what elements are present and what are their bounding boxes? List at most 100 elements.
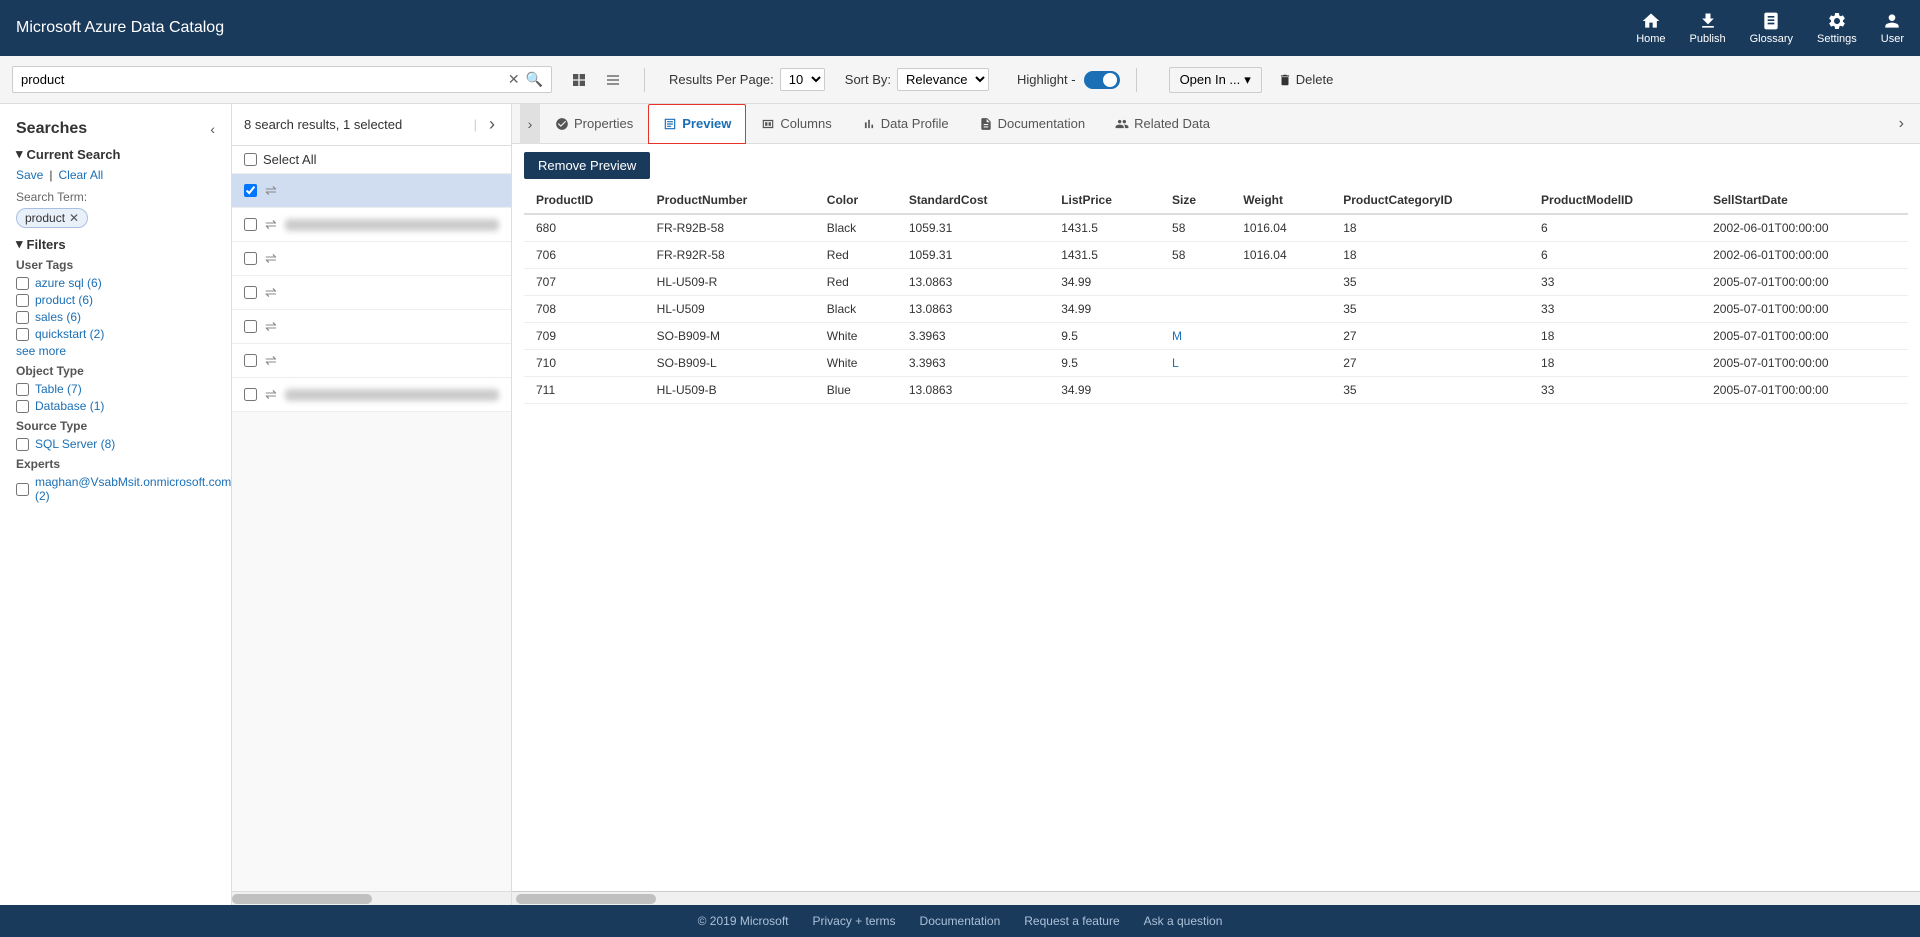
clear-search-icon[interactable]: ✕ (508, 71, 520, 88)
nav-glossary[interactable]: Glossary (1750, 11, 1793, 45)
result-item-checkbox[interactable] (244, 286, 257, 299)
separator (644, 68, 645, 92)
select-all-checkbox[interactable] (244, 153, 257, 166)
highlight-toggle[interactable] (1084, 71, 1120, 89)
result-item-checkbox[interactable] (244, 354, 257, 367)
delete-label: Delete (1296, 72, 1334, 87)
results-panel: 8 search results, 1 selected | › Select … (232, 104, 512, 905)
filter-quickstart[interactable]: quickstart (2) (16, 327, 215, 341)
table-cell-size[interactable]: L (1160, 350, 1231, 377)
filter-database[interactable]: Database (1) (16, 399, 215, 413)
result-item[interactable]: ⇌ (232, 242, 511, 276)
filter-sales[interactable]: sales (6) (16, 310, 215, 324)
filters-title[interactable]: ▾ Filters (16, 236, 215, 252)
filter-expert[interactable]: maghan@VsabMsit.onmicrosoft.com (2) (16, 475, 215, 503)
pin-icon: ⇌ (265, 386, 277, 403)
pin-icon: ⇌ (265, 250, 277, 267)
filter-table-checkbox[interactable] (16, 383, 29, 396)
delete-button[interactable]: Delete (1278, 72, 1334, 87)
result-item[interactable]: ⇌ (232, 276, 511, 310)
source-type-label: Source Type (16, 419, 215, 433)
nav-user[interactable]: User (1881, 11, 1904, 45)
grid-view-button[interactable] (564, 68, 594, 92)
footer-request-link[interactable]: Request a feature (1024, 914, 1119, 928)
result-item-checkbox[interactable] (244, 184, 257, 197)
nav-settings[interactable]: Settings (1817, 11, 1857, 45)
search-input[interactable] (21, 72, 502, 87)
table-cell-productcategoryid: 27 (1331, 323, 1529, 350)
sidebar-collapse-button[interactable]: ‹ (210, 121, 215, 137)
footer-privacy-link[interactable]: Privacy + terms (813, 914, 896, 928)
filter-sales-checkbox[interactable] (16, 311, 29, 324)
open-in-chevron-icon: ▾ (1244, 72, 1251, 88)
filter-table[interactable]: Table (7) (16, 382, 215, 396)
nav-home[interactable]: Home (1636, 11, 1665, 45)
results-scroll-thumb[interactable] (232, 894, 372, 904)
tabs-expand-left-button[interactable]: › (520, 104, 540, 144)
current-search-title[interactable]: ▾ Current Search (16, 146, 215, 162)
table-cell-weight: 1016.04 (1231, 242, 1331, 269)
table-cell-productid: 708 (524, 296, 645, 323)
table-cell-weight (1231, 377, 1331, 404)
table-cell-color: White (815, 350, 897, 377)
nav-settings-label: Settings (1817, 33, 1857, 45)
sort-by-select[interactable]: Relevance Name (897, 68, 989, 91)
result-item-checkbox[interactable] (244, 252, 257, 265)
result-item[interactable]: ⇌ (232, 310, 511, 344)
filter-sql-server[interactable]: SQL Server (8) (16, 437, 215, 451)
experts-label: Experts (16, 457, 215, 471)
tab-documentation[interactable]: Documentation (964, 104, 1100, 144)
table-cell-productid: 707 (524, 269, 645, 296)
result-item[interactable]: ⇌ (232, 344, 511, 378)
open-in-button[interactable]: Open In ... ▾ (1169, 67, 1262, 93)
search-icon[interactable]: 🔍 (526, 71, 543, 88)
tab-related-data[interactable]: Related Data (1100, 104, 1225, 144)
tab-preview[interactable]: Preview (648, 104, 746, 144)
filter-database-checkbox[interactable] (16, 400, 29, 413)
table-cell-color: Black (815, 214, 897, 242)
footer-ask-link[interactable]: Ask a question (1144, 914, 1223, 928)
tab-preview-label: Preview (682, 116, 731, 131)
results-scrollbar[interactable] (232, 891, 511, 905)
table-scroll-thumb[interactable] (516, 894, 656, 904)
see-more-link[interactable]: see more (16, 344, 215, 358)
tab-data-profile[interactable]: Data Profile (847, 104, 964, 144)
tab-properties[interactable]: Properties (540, 104, 648, 144)
table-cell-weight: 1016.04 (1231, 214, 1331, 242)
result-item-checkbox[interactable] (244, 218, 257, 231)
table-cell-productcategoryid: 18 (1331, 242, 1529, 269)
filter-product-checkbox[interactable] (16, 294, 29, 307)
filter-product[interactable]: product (6) (16, 293, 215, 307)
filter-azure-sql-checkbox[interactable] (16, 277, 29, 290)
results-per-page-select[interactable]: 10 25 50 (780, 68, 825, 91)
filter-azure-sql[interactable]: azure sql (6) (16, 276, 215, 290)
table-row: 710SO-B909-LWhite3.39639.5L27182005-07-0… (524, 350, 1908, 377)
save-link[interactable]: Save (16, 168, 43, 182)
table-cell-standardcost: 13.0863 (897, 377, 1049, 404)
remove-preview-button[interactable]: Remove Preview (524, 152, 650, 179)
result-item-checkbox[interactable] (244, 388, 257, 401)
filter-sql-server-checkbox[interactable] (16, 438, 29, 451)
expand-results-button[interactable]: › (485, 114, 499, 135)
table-cell-productmodelid: 6 (1529, 242, 1701, 269)
result-item[interactable]: ⇌ (232, 208, 511, 242)
data-table-wrap[interactable]: ProductID ProductNumber Color StandardCo… (512, 187, 1920, 891)
table-scrollbar[interactable] (512, 891, 1920, 905)
remove-chip-button[interactable]: ✕ (69, 211, 79, 225)
table-cell-size (1160, 296, 1231, 323)
filter-quickstart-checkbox[interactable] (16, 328, 29, 341)
filter-expert-checkbox[interactable] (16, 483, 29, 496)
clear-all-link[interactable]: Clear All (58, 168, 103, 182)
footer-documentation-link[interactable]: Documentation (920, 914, 1001, 928)
result-item-checkbox[interactable] (244, 320, 257, 333)
tabs-expand-right-button[interactable]: › (1891, 111, 1912, 137)
result-item[interactable]: ⇌ (232, 174, 511, 208)
nav-publish[interactable]: Publish (1690, 11, 1726, 45)
table-cell-sellstartdate: 2002-06-01T00:00:00 (1701, 242, 1908, 269)
col-header-productmodelid: ProductModelID (1529, 187, 1701, 214)
tab-columns[interactable]: Columns (746, 104, 846, 144)
list-view-button[interactable] (598, 68, 628, 92)
table-cell-size[interactable]: M (1160, 323, 1231, 350)
result-item[interactable]: ⇌ (232, 378, 511, 412)
table-cell-standardcost: 13.0863 (897, 296, 1049, 323)
